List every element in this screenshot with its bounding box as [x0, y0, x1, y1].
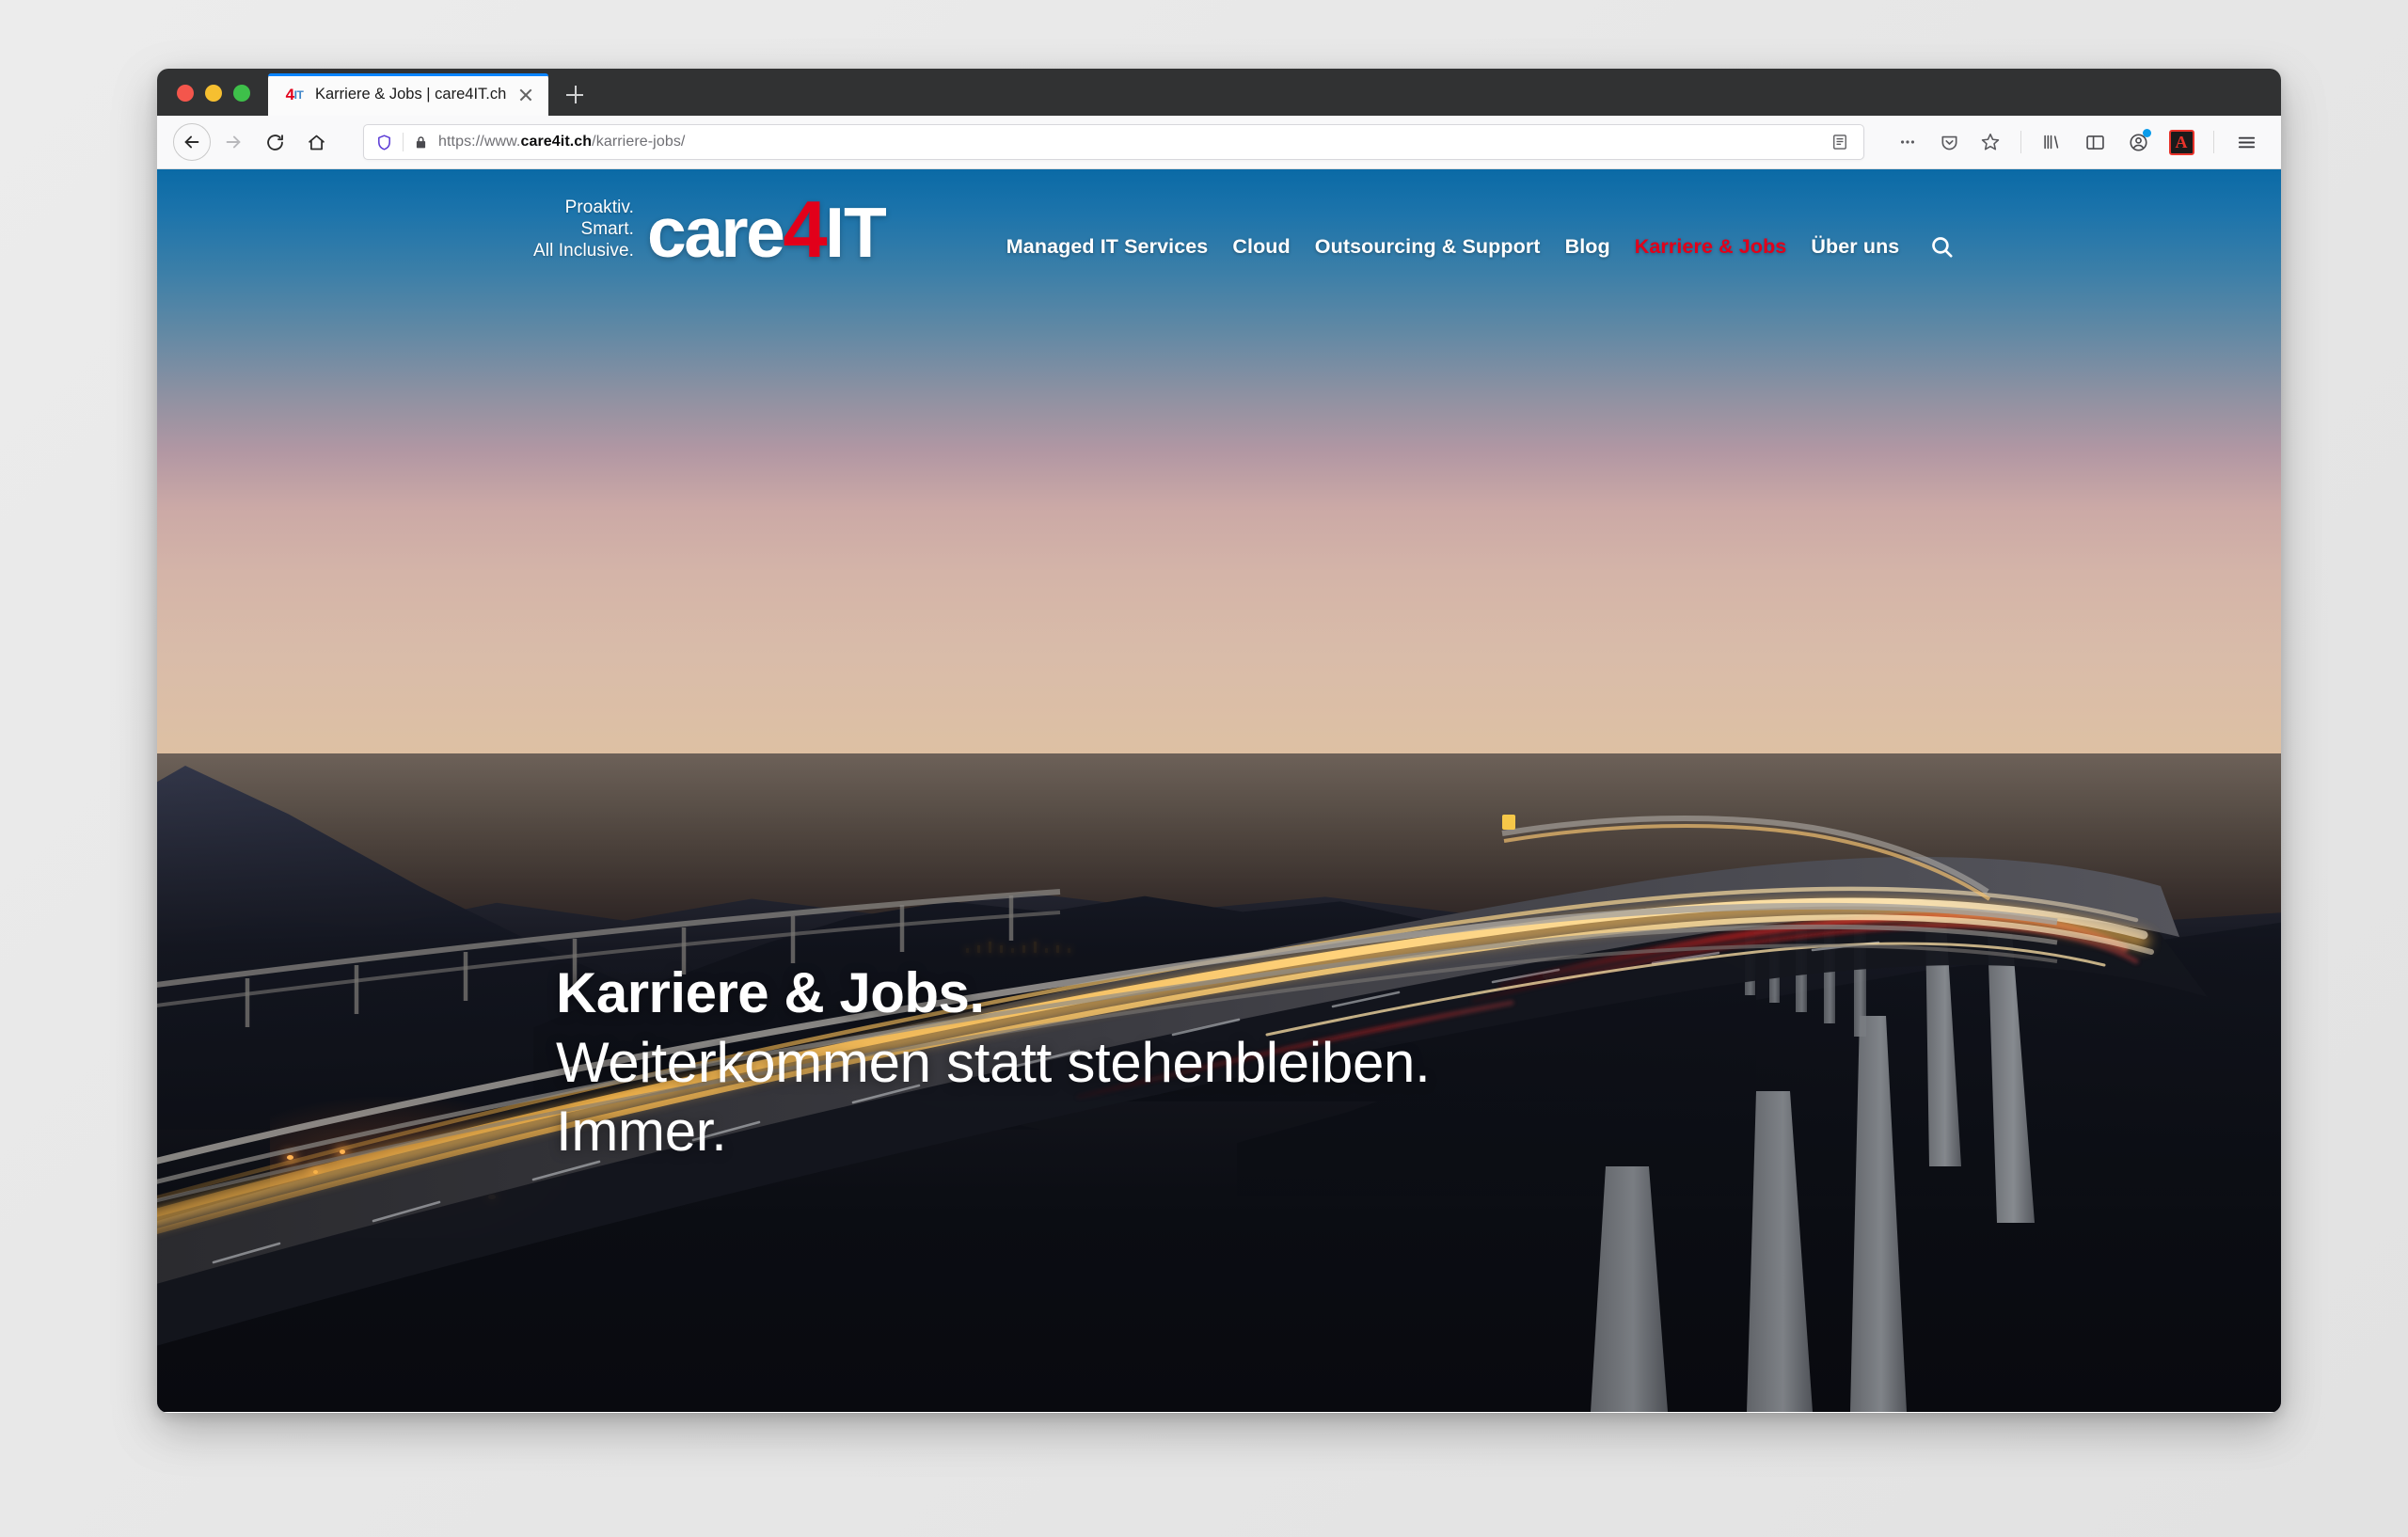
forward-button[interactable]	[214, 123, 252, 161]
browser-window: 4 IT Karriere & Jobs | care4IT.ch https:…	[157, 69, 2281, 1413]
back-button[interactable]	[173, 123, 211, 161]
page-viewport: Proaktiv. Smart. All Inclusive. care4IT …	[157, 169, 2281, 1412]
nav-item-managed-it-services[interactable]: Managed IT Services	[1006, 235, 1209, 259]
reader-view-icon[interactable]	[1826, 128, 1854, 156]
site-logo[interactable]: Proaktiv. Smart. All Inclusive. care4IT	[533, 190, 887, 270]
logo-it: IT	[825, 192, 887, 272]
logo-tagline: Proaktiv. Smart. All Inclusive.	[533, 197, 634, 265]
hero-line-1: Karriere & Jobs.	[556, 961, 985, 1025]
favicon-digit: 4	[285, 86, 294, 103]
close-window-button[interactable]	[177, 85, 194, 102]
url-text: https://www.care4it.ch/karriere-jobs/	[438, 134, 686, 150]
nav-item-karriere-jobs[interactable]: Karriere & Jobs	[1635, 235, 1787, 259]
hamburger-menu-icon[interactable]	[2227, 123, 2265, 161]
new-tab-button[interactable]	[553, 73, 596, 116]
pdf-extension-glyph: A	[2168, 129, 2194, 155]
tagline-line-2: Smart.	[580, 218, 634, 239]
favicon-care4it: 4 IT	[284, 87, 305, 103]
close-tab-icon[interactable]	[516, 86, 535, 104]
lock-icon[interactable]	[413, 135, 429, 151]
logo-wordmark: care4IT	[647, 190, 887, 270]
toolbar-divider	[2020, 131, 2021, 153]
tab-title: Karriere & Jobs | care4IT.ch	[315, 86, 507, 103]
pdf-extension-icon[interactable]: A	[2162, 123, 2200, 161]
window-controls	[177, 85, 250, 102]
hero-headline: Karriere & Jobs. Weiterkommen statt steh…	[556, 959, 1431, 1165]
favicon-letters: IT	[293, 87, 304, 102]
desktop-background: 4 IT Karriere & Jobs | care4IT.ch https:…	[0, 0, 2408, 1537]
account-notification-dot	[2143, 129, 2151, 137]
browser-toolbar: https://www.care4it.ch/karriere-jobs/ A	[157, 116, 2281, 169]
nav-item-outsourcing-support[interactable]: Outsourcing & Support	[1315, 235, 1541, 259]
maximize-window-button[interactable]	[233, 85, 250, 102]
toolbar-divider-2	[2213, 131, 2214, 153]
browser-titlebar: 4 IT Karriere & Jobs | care4IT.ch	[157, 69, 2281, 116]
tagline-line-3: All Inclusive.	[533, 241, 634, 261]
bookmark-star-icon[interactable]	[1972, 123, 2009, 161]
account-icon[interactable]	[2119, 123, 2157, 161]
search-icon[interactable]	[1929, 234, 1955, 260]
page-actions-button[interactable]	[1889, 123, 1926, 161]
url-divider	[403, 133, 404, 151]
hero-line-3: Immer.	[556, 1099, 727, 1163]
hero-line-2: Weiterkommen statt stehenbleiben.	[556, 1030, 1431, 1094]
shield-icon[interactable]	[375, 134, 393, 151]
tagline-line-1: Proaktiv.	[564, 197, 634, 217]
home-button[interactable]	[297, 123, 335, 161]
browser-tab-active[interactable]: 4 IT Karriere & Jobs | care4IT.ch	[268, 73, 549, 116]
site-header: Proaktiv. Smart. All Inclusive. care4IT …	[157, 169, 2281, 292]
nav-item-cloud[interactable]: Cloud	[1232, 235, 1290, 259]
tab-strip: 4 IT Karriere & Jobs | care4IT.ch	[268, 69, 596, 116]
main-navigation: Managed IT Services Cloud Outsourcing & …	[1006, 202, 1956, 260]
pocket-button[interactable]	[1930, 123, 1968, 161]
highway-viaduct	[157, 169, 2281, 1412]
minimize-window-button[interactable]	[205, 85, 222, 102]
toolbar-right-group: A	[2033, 123, 2265, 161]
reload-button[interactable]	[256, 123, 293, 161]
nav-item-ueber-uns[interactable]: Über uns	[1811, 235, 1899, 259]
nav-item-blog[interactable]: Blog	[1565, 235, 1610, 259]
logo-four: 4	[783, 184, 827, 275]
url-bar[interactable]: https://www.care4it.ch/karriere-jobs/	[363, 124, 1864, 160]
sidebar-icon[interactable]	[2076, 123, 2114, 161]
library-icon[interactable]	[2033, 123, 2070, 161]
logo-care: care	[647, 192, 785, 272]
